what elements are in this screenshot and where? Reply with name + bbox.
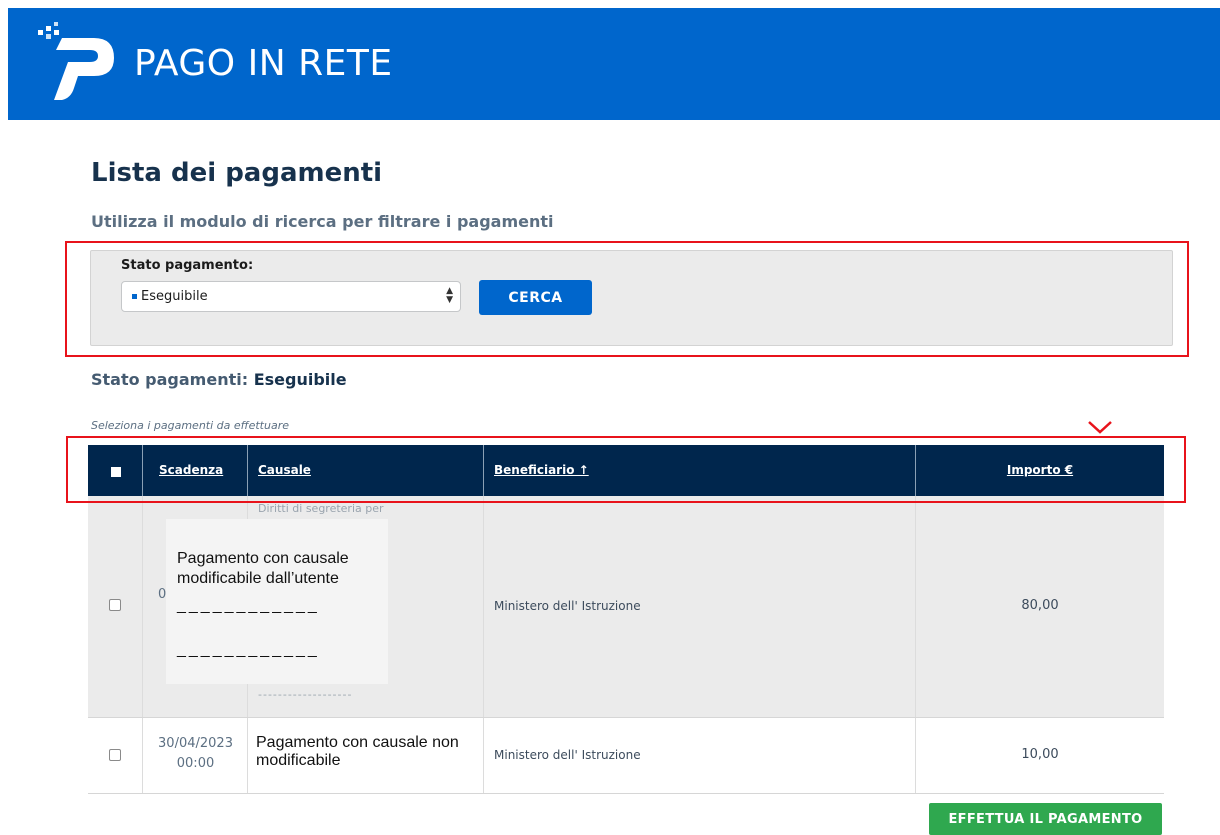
row-checkbox-cell <box>88 496 143 717</box>
causale-ghost-text: Diritti di segreteria per <box>258 502 384 515</box>
highlight-box-header <box>66 436 1186 503</box>
stato-pagamenti-prefix: Stato pagamenti: <box>91 370 254 389</box>
app-header: PAGO IN RETE <box>8 8 1220 120</box>
scadenza-date: 30/04/2023 <box>158 736 233 751</box>
causale-input-line-2[interactable]: ____________ <box>177 641 320 659</box>
table-hint: Seleziona i pagamenti da effettuare <box>91 419 289 432</box>
beneficiario-cell: Ministero dell' Istruzione <box>484 718 916 793</box>
causale-input-line-1[interactable]: ____________ <box>177 597 320 615</box>
causale-label: Pagamento con causale non modificabile <box>256 734 459 769</box>
beneficiario-text: Ministero dell' Istruzione <box>494 599 641 613</box>
page-title: Lista dei pagamenti <box>91 158 383 188</box>
chevron-down-icon <box>1088 421 1112 434</box>
page-subtitle: Utilizza il modulo di ricerca per filtra… <box>91 212 554 231</box>
importo-cell: 80,00 <box>916 496 1164 717</box>
beneficiario-text: Ministero dell' Istruzione <box>494 748 641 762</box>
effettua-pagamento-button[interactable]: EFFETTUA IL PAGAMENTO <box>929 803 1162 835</box>
beneficiario-cell: Ministero dell' Istruzione <box>484 496 916 717</box>
importo-cell: 10,00 <box>916 718 1164 793</box>
highlight-box-filter <box>65 241 1189 357</box>
brand-title: PAGO IN RETE <box>134 43 393 84</box>
importo-text: 10,00 <box>1021 747 1059 762</box>
pagoinrete-logo-icon[interactable] <box>34 16 120 106</box>
stato-pagamenti-value: Eseguibile <box>253 370 347 389</box>
scadenza-time: 00:00 <box>176 756 215 771</box>
causale-label: Pagamento con causale modificabile dall’… <box>177 550 349 587</box>
stato-pagamenti-line: Stato pagamenti: Eseguibile <box>91 370 347 389</box>
scadenza-cell: 30/04/2023 00:00 <box>143 718 248 793</box>
importo-text: 80,00 <box>1021 598 1059 613</box>
row-checkbox[interactable] <box>109 749 121 761</box>
causale-ghost-bottom: ------------------- <box>258 688 353 701</box>
row-checkbox[interactable] <box>109 599 121 611</box>
row-checkbox-cell <box>88 718 143 793</box>
table-row: 30/04/2023 00:00 Ministero dell' Istruzi… <box>88 718 1164 794</box>
